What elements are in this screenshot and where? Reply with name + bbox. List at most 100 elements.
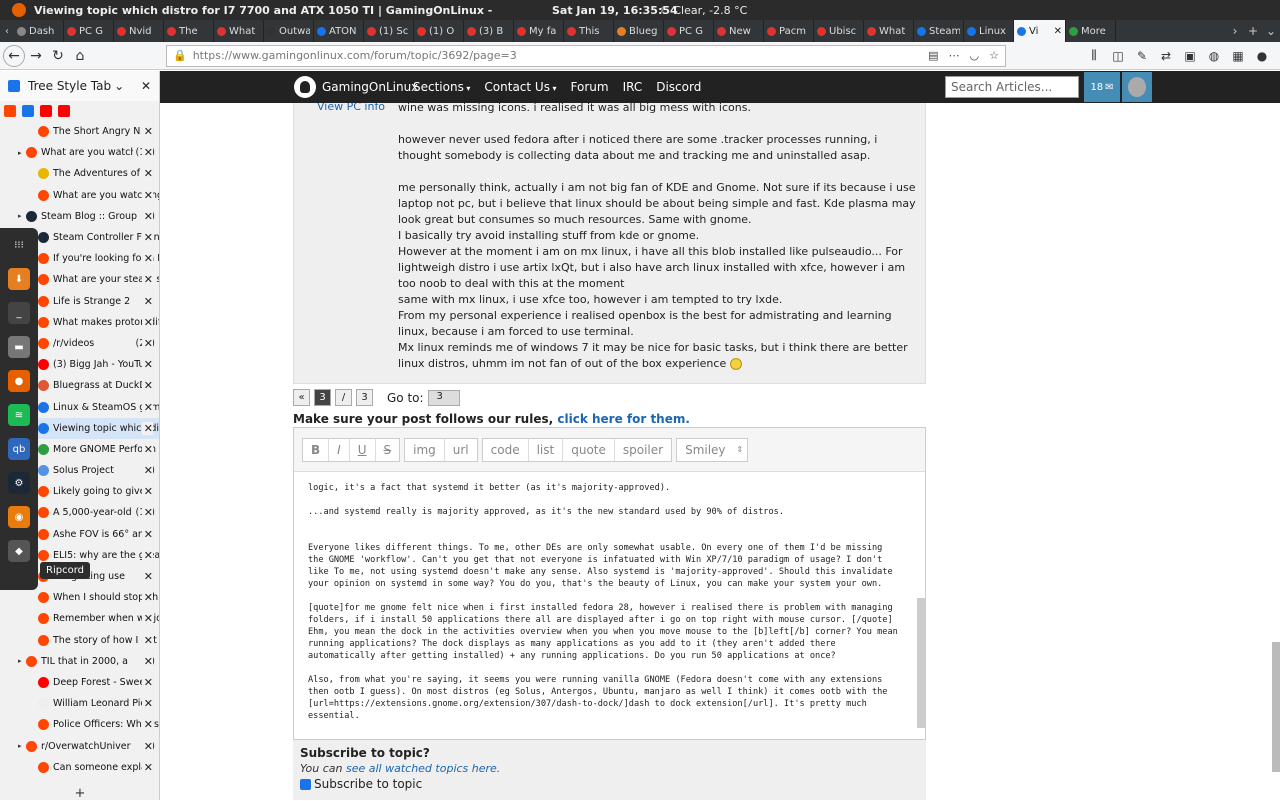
tree-tab-close-icon[interactable]: ✕: [141, 336, 153, 350]
tree-tab-close-icon[interactable]: ✕: [141, 273, 153, 287]
tree-tab-close-icon[interactable]: ✕: [141, 442, 153, 456]
library-icon[interactable]: ⫼: [1084, 46, 1104, 66]
notifications-badge[interactable]: 18 ✉: [1084, 72, 1120, 102]
tree-tab-close-icon[interactable]: ✕: [141, 146, 153, 160]
sidebar-toggle-icon[interactable]: ◫: [1108, 46, 1128, 66]
browser-tab[interactable]: Vi ✕: [1014, 20, 1066, 42]
tree-tab-close-icon[interactable]: ✕: [141, 252, 153, 266]
tab-scroll-right-icon[interactable]: ›: [1226, 24, 1244, 38]
url-text[interactable]: https://www.gamingonlinux.com/forum/topi…: [193, 49, 928, 62]
sidebar-close-icon[interactable]: ✕: [141, 79, 151, 93]
tree-expand-icon[interactable]: ▸: [18, 212, 26, 220]
page-actions-icon[interactable]: ⋯: [949, 49, 960, 62]
home-button[interactable]: ⌂: [69, 45, 91, 67]
extension-2-icon[interactable]: ◍: [1204, 46, 1224, 66]
goto-page-select[interactable]: 3: [427, 389, 460, 406]
tree-tab-close-icon[interactable]: ✕: [141, 570, 153, 584]
download-icon[interactable]: ⬇: [8, 268, 30, 290]
spotify-icon[interactable]: ≋: [8, 404, 30, 426]
pinned-reddit-icon[interactable]: [4, 105, 16, 117]
tree-tab-close-icon[interactable]: ✕: [141, 379, 153, 393]
tree-tab-close-icon[interactable]: ✕: [141, 675, 153, 689]
editor-b-button[interactable]: B: [303, 438, 330, 461]
browser-tab[interactable]: PC G: [64, 20, 114, 42]
browser-tab[interactable]: More: [1066, 20, 1116, 42]
forward-button[interactable]: →: [25, 45, 47, 67]
search-input[interactable]: Search Articles...: [945, 76, 1079, 98]
sidebar-title[interactable]: Tree Style Tab: [28, 79, 111, 93]
tree-tab-close-icon[interactable]: ✕: [141, 167, 153, 181]
tree-tab-item[interactable]: ▸TIL that in 2000, a(2)✕: [0, 651, 159, 672]
new-tab-icon[interactable]: +: [1244, 24, 1262, 38]
tree-expand-icon[interactable]: ▸: [18, 149, 26, 157]
apps-grid-icon[interactable]: ⁝⁝⁝: [8, 234, 30, 256]
tree-tab-close-icon[interactable]: ✕: [141, 358, 153, 372]
editor-list-button[interactable]: list: [529, 438, 564, 461]
browser-tab[interactable]: (3) B: [464, 20, 514, 42]
editor-u-button[interactable]: U: [350, 438, 376, 461]
pagination-last-page[interactable]: 3: [356, 389, 373, 406]
editor-quote-button[interactable]: quote: [563, 438, 615, 461]
blender-icon[interactable]: ◉: [8, 506, 30, 528]
tree-tab-close-icon[interactable]: ✕: [141, 209, 153, 223]
tree-expand-icon[interactable]: ▸: [18, 742, 26, 750]
ripcord-icon[interactable]: ◆: [8, 540, 30, 562]
tree-tab-item[interactable]: When I should stop sh ✕: [0, 587, 159, 608]
site-menu-item[interactable]: Contact Us: [484, 80, 556, 94]
textarea-scrollbar[interactable]: [917, 598, 925, 728]
pagination-current-page[interactable]: 3: [314, 389, 331, 406]
reader-view-icon[interactable]: ▤: [928, 49, 938, 62]
browser-tab[interactable]: (1) O: [414, 20, 464, 42]
tree-tab-close-icon[interactable]: ✕: [141, 231, 153, 245]
browser-tab[interactable]: The: [164, 20, 214, 42]
site-menu-item[interactable]: IRC: [623, 80, 643, 94]
editor-spoiler-button[interactable]: spoiler: [615, 439, 671, 461]
tree-tab-close-icon[interactable]: ✕: [141, 718, 153, 732]
tree-tab-close-icon[interactable]: ✕: [141, 315, 153, 329]
tree-tab-item[interactable]: The Short Angry N ✕: [0, 121, 159, 142]
view-pc-info-link[interactable]: View PC info: [317, 103, 385, 113]
pagination-prev-button[interactable]: «: [293, 389, 310, 406]
browser-tab[interactable]: PC G: [664, 20, 714, 42]
browser-tab[interactable]: Pacm: [764, 20, 814, 42]
site-menu-item[interactable]: Sections: [413, 80, 470, 94]
steam-icon[interactable]: ⚙: [8, 472, 30, 494]
browser-tab[interactable]: Dash: [14, 20, 64, 42]
user-avatar[interactable]: [1122, 72, 1152, 102]
subscribe-checkbox-row[interactable]: Subscribe to topic: [300, 777, 919, 791]
pocket-icon[interactable]: ◡: [970, 49, 980, 62]
tree-tab-close-icon[interactable]: ✕: [141, 697, 153, 711]
tree-tab-close-icon[interactable]: ✕: [141, 464, 153, 478]
tree-tab-close-icon[interactable]: ✕: [141, 548, 153, 562]
sidebar-dropdown-icon[interactable]: ⌄: [114, 79, 124, 93]
sync-icon[interactable]: ⇄: [1156, 46, 1176, 66]
files-icon[interactable]: ▬: [8, 336, 30, 358]
tree-tab-item[interactable]: Remember when we jo ✕: [0, 608, 159, 629]
tree-tab-close-icon[interactable]: ✕: [141, 294, 153, 308]
editor-img-button[interactable]: img: [405, 438, 445, 461]
terminal-icon[interactable]: _: [8, 302, 30, 324]
page-scrollbar[interactable]: [1272, 642, 1280, 772]
tree-tab-item[interactable]: Police Officers: What's ✕: [0, 714, 159, 735]
browser-tab[interactable]: Blueg: [614, 20, 664, 42]
tree-tab-close-icon[interactable]: ✕: [141, 633, 153, 647]
editor-url-button[interactable]: url: [445, 439, 477, 461]
browser-tab[interactable]: Ubisc: [814, 20, 864, 42]
extension-icon[interactable]: ✎: [1132, 46, 1152, 66]
browser-tab[interactable]: What: [864, 20, 914, 42]
browser-tab[interactable]: New: [714, 20, 764, 42]
browser-tab[interactable]: Outward: [264, 20, 314, 42]
site-logo[interactable]: GamingOnLinux: [294, 76, 418, 98]
tree-tab-close-icon[interactable]: ✕: [141, 591, 153, 605]
tree-tab-close-icon[interactable]: ✕: [141, 125, 153, 139]
browser-tab[interactable]: ATON: [314, 20, 364, 42]
tree-tab-close-icon[interactable]: ✕: [141, 188, 153, 202]
browser-tab[interactable]: What: [214, 20, 264, 42]
extension-3-icon[interactable]: ▦: [1228, 46, 1248, 66]
editor-code-button[interactable]: code: [483, 438, 529, 461]
editor-s-button[interactable]: S: [376, 439, 400, 461]
tree-tab-close-icon[interactable]: ✕: [141, 654, 153, 668]
lock-icon[interactable]: 🔒: [173, 49, 187, 62]
tab-close-icon[interactable]: ✕: [1054, 26, 1062, 37]
tree-tab-item[interactable]: Can someone explai ✕: [0, 757, 159, 778]
